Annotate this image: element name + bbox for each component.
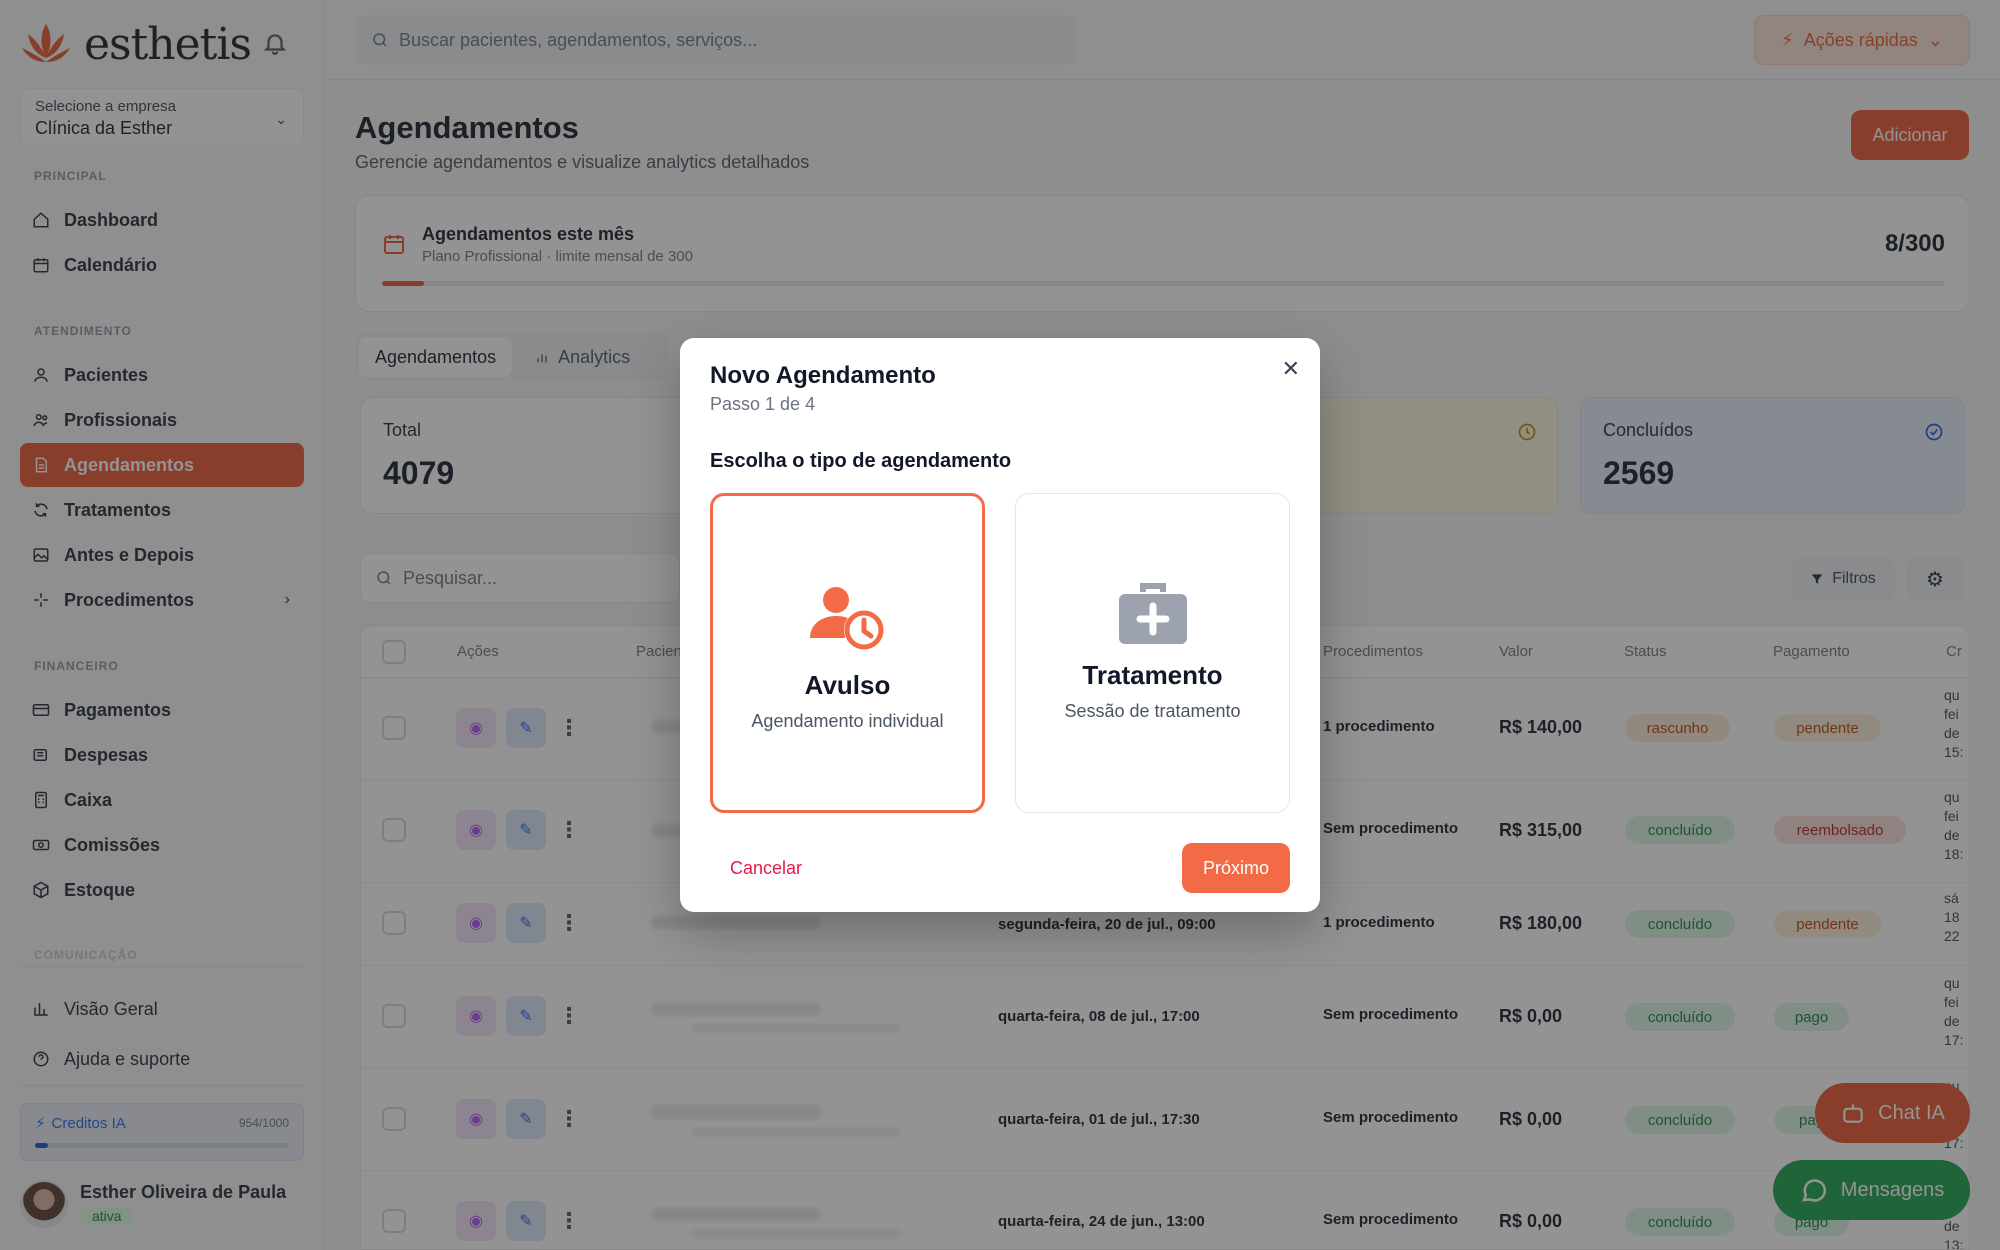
- modal-question: Escolha o tipo de agendamento: [710, 450, 1012, 472]
- option-tratamento[interactable]: Tratamento Sessão de tratamento: [1015, 493, 1290, 813]
- medical-kit-icon: [1118, 583, 1187, 644]
- close-icon[interactable]: ✕: [1282, 356, 1300, 382]
- option-avulso[interactable]: Avulso Agendamento individual: [710, 493, 985, 813]
- user-clock-icon: [809, 587, 884, 650]
- option-subtitle: Agendamento individual: [751, 711, 944, 731]
- option-title: Avulso: [804, 670, 891, 700]
- option-subtitle: Sessão de tratamento: [1064, 701, 1241, 721]
- new-appointment-modal: ✕ Novo Agendamento Passo 1 de 4 Escolha …: [680, 338, 1320, 912]
- next-button[interactable]: Próximo: [1182, 843, 1290, 893]
- option-title: Tratamento: [1082, 660, 1223, 690]
- modal-title: Novo Agendamento: [710, 362, 936, 389]
- cancel-button[interactable]: Cancelar: [730, 858, 802, 879]
- modal-step: Passo 1 de 4: [710, 394, 816, 414]
